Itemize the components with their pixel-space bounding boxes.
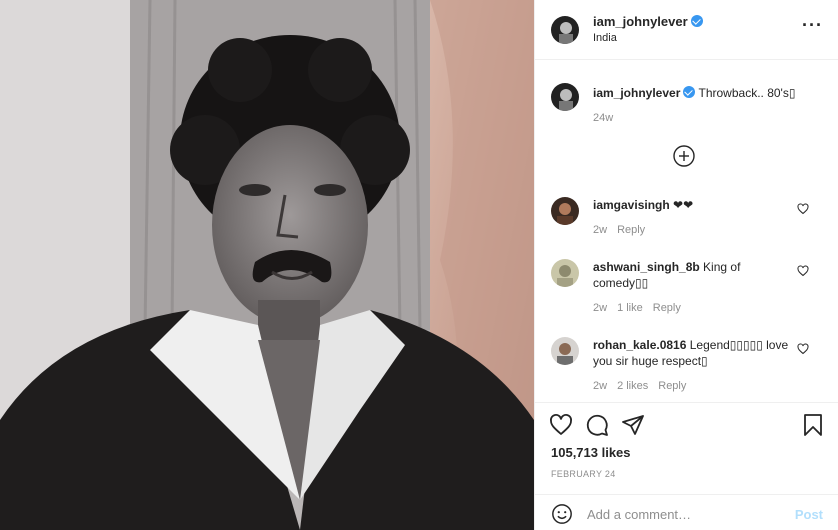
comment-like-count[interactable]: 1 like [617,302,643,314]
comment-input[interactable] [587,503,787,525]
instagram-post-modal: iam_johnylever India ··· iam_johnylever … [0,0,838,530]
post-action-bar: 105,713 likes FEBRUARY 24 [535,402,838,494]
caption: iam_johnylever Throwback.. 80's▯ [593,85,823,101]
reply-button[interactable]: Reply [658,380,686,392]
reply-button[interactable]: Reply [617,224,645,236]
author-avatar[interactable] [551,16,579,44]
comment-username[interactable]: rohan_kale.0816 [593,338,686,352]
comment-meta: 2w 1 like Reply [593,302,691,314]
author-username[interactable]: iam_johnylever [593,14,688,29]
commenter-avatar[interactable] [551,197,579,225]
comment-like-heart-icon[interactable] [797,343,809,355]
caption-author-avatar[interactable] [551,83,579,111]
comments-section: iam_johnylever Throwback.. 80's▯ 24w iam… [535,61,838,402]
comment-item: iamgavisingh ❤❤ [593,197,793,213]
post-location[interactable]: India [593,32,617,44]
comment-meta: 2w Reply [593,224,655,236]
comment-like-heart-icon[interactable] [797,265,809,277]
post-side-panel: iam_johnylever India ··· iam_johnylever … [534,0,838,530]
caption-username[interactable]: iam_johnylever [593,86,680,100]
plus-circle-icon[interactable] [673,145,695,167]
post-header: iam_johnylever India ··· [535,0,838,60]
comment-like-count[interactable]: 2 likes [617,380,648,392]
caption-age[interactable]: 24w [593,112,613,124]
like-count[interactable]: 105,713 likes [551,445,631,460]
paper-plane-icon[interactable] [621,413,645,437]
comment-item: ashwani_singh_8b King of comedy▯▯ [593,259,793,291]
comment-meta: 2w 2 likes Reply [593,380,696,392]
commenter-avatar[interactable] [551,259,579,287]
comment-item: rohan_kale.0816 Legend▯▯▯▯▯ love you sir… [593,337,793,369]
reply-button[interactable]: Reply [653,302,681,314]
commenter-avatar[interactable] [551,337,579,365]
comment-username[interactable]: ashwani_singh_8b [593,260,700,274]
comment-age[interactable]: 2w [593,224,607,236]
verified-badge-icon [690,15,703,27]
vintage-portrait-image [0,0,534,530]
comment-bubble-icon[interactable] [585,413,609,437]
post-photo[interactable] [0,0,534,530]
comment-text: ❤❤ [673,198,694,212]
comment-age[interactable]: 2w [593,302,607,314]
caption-text: Throwback.. 80's▯ [698,86,796,100]
bookmark-icon[interactable] [801,413,825,437]
more-options-icon[interactable]: ··· [802,16,823,34]
post-date[interactable]: FEBRUARY 24 [551,469,616,479]
comment-username[interactable]: iamgavisingh [593,198,670,212]
comment-age[interactable]: 2w [593,380,607,392]
add-comment-bar: Post [535,494,838,530]
post-comment-button[interactable]: Post [795,507,823,522]
smiley-icon[interactable] [551,503,573,525]
heart-icon[interactable] [549,413,573,437]
verified-badge-icon [683,86,696,98]
comment-like-heart-icon[interactable] [797,203,809,215]
